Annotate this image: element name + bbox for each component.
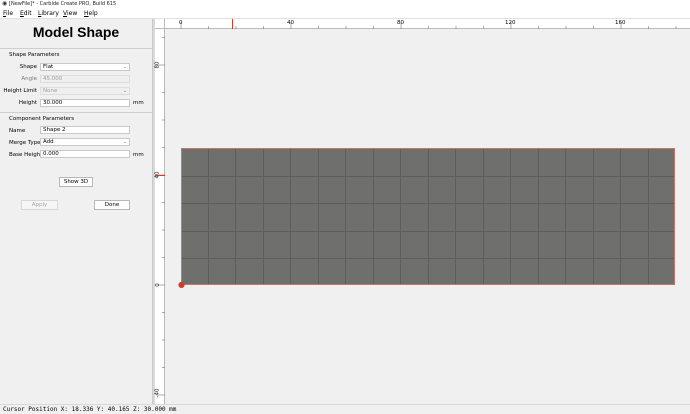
rectangle-shape[interactable] [181, 148, 675, 285]
section-divider [0, 48, 152, 49]
grid-line [373, 149, 374, 284]
grid-line [182, 258, 674, 259]
menu-view[interactable]: View [63, 10, 77, 18]
menu-edit[interactable]: Edit [20, 10, 32, 18]
merge-type-select[interactable]: Add ⌄ [40, 138, 130, 146]
base-height-unit: mm [133, 152, 144, 158]
grid-line [263, 149, 264, 284]
horizontal-ruler: 0 40 80 120 160 [155, 19, 690, 29]
grid-line [318, 149, 319, 284]
cursor-position-readout: Cursor Position X: 18.336 Y: 40.165 Z: 3… [3, 406, 177, 413]
grid-line [510, 149, 511, 284]
ruler-x-label: 80 [397, 20, 404, 26]
grid-line [208, 149, 209, 284]
height-unit: mm [133, 100, 144, 106]
merge-type-select-value: Add [43, 139, 54, 145]
grid-line [483, 149, 484, 284]
grid-line [565, 149, 566, 284]
ruler-x-label: 40 [287, 20, 294, 26]
grid-line [235, 149, 236, 284]
shape-parameters-heading: Shape Parameters [9, 52, 60, 58]
ruler-corner [155, 19, 165, 29]
chevron-down-icon: ⌄ [122, 88, 127, 94]
ruler-x-label: 160 [615, 20, 626, 26]
panel-title: Model Shape [32, 24, 120, 40]
apply-button[interactable]: Apply [21, 200, 58, 210]
chevron-down-icon: ⌄ [122, 139, 127, 145]
grid-line [428, 149, 429, 284]
ruler-x-label: 120 [505, 20, 516, 26]
window-title: [NewFile]* - Carbide Create PRO, Build 6… [9, 1, 117, 7]
model-shape-panel: Model Shape Shape Parameters Shape Flat … [0, 19, 152, 404]
shape-select-value: Flat [43, 64, 54, 70]
grid-line [620, 149, 621, 284]
cursor-y-marker [155, 175, 165, 176]
merge-type-label: Merge Type [9, 140, 41, 146]
height-field[interactable]: 30.000 [40, 99, 130, 107]
show-3d-button[interactable]: Show 3D [59, 177, 93, 187]
name-field[interactable]: Shape 2 [40, 126, 130, 134]
height-limit-select[interactable]: None ⌄ [40, 87, 130, 95]
menu-library[interactable]: Library [38, 10, 59, 18]
grid-line [345, 149, 346, 284]
ruler-y-label: 0 [154, 283, 161, 287]
chevron-down-icon: ⌄ [122, 64, 127, 70]
component-parameters-heading: Component Parameters [9, 116, 75, 122]
grid-line [455, 149, 456, 284]
cursor-x-marker [232, 19, 233, 29]
angle-field[interactable]: 45.000 [40, 75, 130, 83]
angle-label: Angle [21, 76, 37, 82]
ruler-y-label: -40 [154, 388, 161, 398]
menu-help[interactable]: Help [84, 10, 98, 18]
grid-line [182, 203, 674, 204]
height-label: Height [18, 100, 37, 106]
base-height-label: Base Height [9, 152, 43, 158]
grid-line [290, 149, 291, 284]
grid-line [182, 231, 674, 232]
menu-bar: File Edit Library View Help [0, 9, 690, 19]
grid-line [538, 149, 539, 284]
height-limit-select-value: None [43, 88, 58, 94]
section-divider [0, 112, 152, 113]
ruler-y-label: 80 [154, 61, 161, 69]
status-bar: Cursor Position X: 18.336 Y: 40.165 Z: 3… [0, 404, 690, 414]
base-height-field[interactable]: 0.000 [40, 150, 130, 158]
window-title-bar: ◉ [NewFile]* - Carbide Create PRO, Build… [0, 0, 690, 9]
app-icon: ◉ [2, 0, 8, 7]
done-button[interactable]: Done [94, 200, 130, 210]
name-label: Name [9, 128, 26, 134]
menu-file[interactable]: File [3, 10, 13, 18]
design-canvas[interactable]: ● [166, 30, 690, 404]
origin-icon: ● [178, 280, 185, 289]
horizontal-ruler-ticks [180, 22, 677, 29]
shape-select[interactable]: Flat ⌄ [40, 63, 130, 71]
ruler-x-label: 0 [179, 20, 183, 26]
vertical-ruler-ticks [158, 37, 165, 396]
vertical-ruler: 80 40 0 -40 [154, 29, 165, 404]
grid-line [593, 149, 594, 284]
height-limit-label: Height Limit [3, 88, 37, 94]
grid-line [400, 149, 401, 284]
grid-line [648, 149, 649, 284]
shape-label: Shape [19, 64, 37, 70]
grid-line [182, 176, 674, 177]
